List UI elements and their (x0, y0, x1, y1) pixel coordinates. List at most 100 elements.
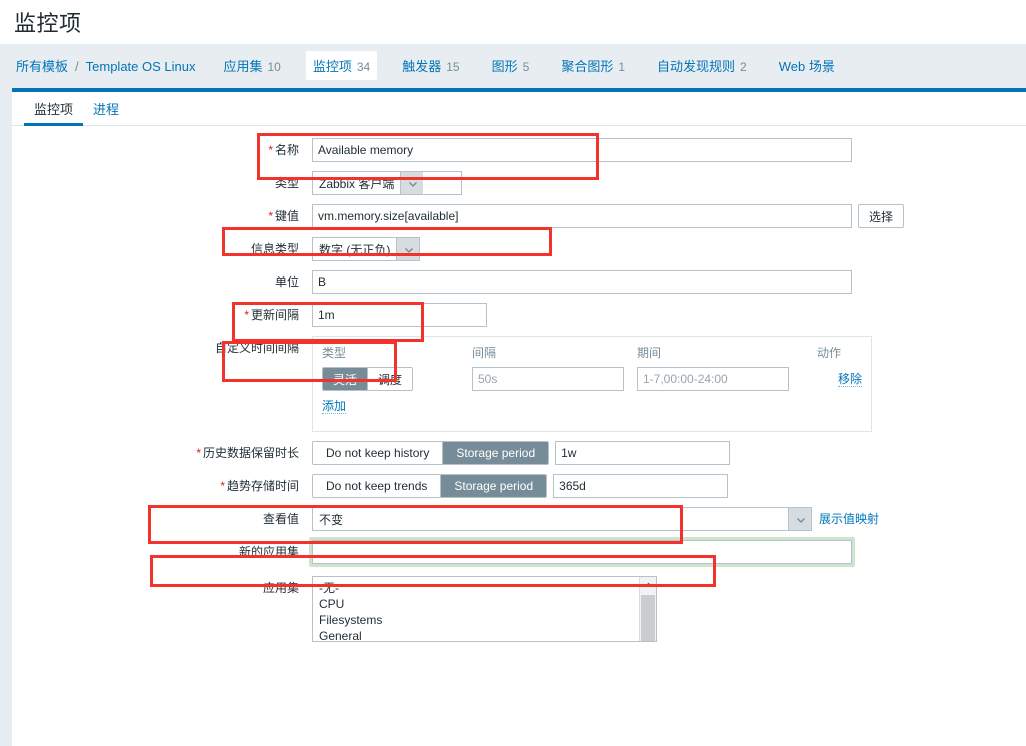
list-item[interactable]: General (317, 628, 656, 641)
history-mode-toggle[interactable]: Do not keep history Storage period (312, 441, 550, 465)
column-header-type: 类型 (322, 346, 347, 360)
add-interval-link[interactable]: 添加 (322, 399, 347, 414)
table-header-row: 类型 间隔 期间 动作 (322, 344, 862, 367)
chevron-down-icon (396, 238, 420, 260)
type-select[interactable]: Zabbix 客户端 (312, 171, 462, 195)
form-row-info-type: 信息类型 数字 (无正负) (12, 237, 1026, 261)
label-text: 自定义时间间隔 (214, 341, 299, 355)
tab-preprocessing[interactable]: 进程 (83, 99, 129, 125)
breadcrumb-item-count: 15 (446, 60, 460, 74)
form-row-key: *键值 选择 (12, 204, 1026, 228)
trends-value-input[interactable] (553, 474, 729, 498)
interval-type-flexible[interactable]: 灵活 (323, 368, 369, 390)
label-history: * 历史数据保留时长 (12, 441, 312, 465)
applications-listbox[interactable]: -无- CPU Filesystems General (312, 576, 657, 642)
page-title: 监控项 (14, 11, 82, 36)
breadcrumb: 所有模板 / Template OS Linux 应用集 10 监控项 34 触… (0, 44, 1026, 87)
breadcrumb-item-discovery-rules[interactable]: 自动发现规则 2 (650, 51, 754, 80)
show-value-select[interactable]: 不变 (312, 507, 812, 531)
breadcrumb-item-web-scenarios[interactable]: Web 场景 (772, 51, 842, 80)
breadcrumb-item-label[interactable]: 应用集 (223, 56, 262, 75)
history-value-input[interactable] (555, 441, 731, 465)
cell-period-value (637, 367, 817, 399)
breadcrumb-item-triggers[interactable]: 触发器 15 (395, 51, 466, 80)
breadcrumb-item-label[interactable]: 自动发现规则 (657, 56, 735, 75)
breadcrumb-item-label[interactable]: 图形 (492, 56, 518, 75)
breadcrumb-item-graphs[interactable]: 图形 5 (485, 51, 537, 80)
label-text: 信息类型 (250, 242, 299, 256)
cell-action: 移除 (817, 367, 862, 399)
interval-input[interactable] (472, 367, 624, 391)
key-input[interactable] (312, 204, 852, 228)
scroll-up-icon[interactable] (640, 577, 656, 593)
applications-options: -无- CPU Filesystems General (313, 577, 656, 641)
required-marker: * (220, 479, 225, 493)
breadcrumb-item-screens[interactable]: 聚合图形 1 (554, 51, 632, 80)
table-row: 灵活 调度 50s 1-7,00:00-24:00 移除 (322, 367, 862, 399)
breadcrumb-item-label[interactable]: 监控项 (313, 56, 352, 75)
breadcrumb-item-count: 5 (522, 60, 530, 74)
remove-interval-link[interactable]: 移除 (837, 372, 862, 387)
required-marker: * (196, 446, 201, 460)
breadcrumb-item-label[interactable]: Web 场景 (779, 56, 835, 75)
period-input[interactable] (637, 367, 789, 391)
form-row-new-application: 新的应用集 (12, 537, 1026, 567)
history-storage-period[interactable]: Storage period (443, 442, 549, 464)
form-row-show-value: 查看值 不变 展示值映射 (12, 507, 1026, 531)
required-marker: * (268, 209, 273, 223)
form-row-applications: 应用集 -无- CPU Filesystems General (12, 576, 1026, 642)
form-row-custom-intervals: 自定义时间间隔 类型 间隔 期间 动作 灵活 调度 50s 1-7,00:00-… (12, 336, 1026, 432)
breadcrumb-item-count: 1 (618, 60, 626, 74)
scrollbar-thumb[interactable] (641, 595, 655, 641)
form-row-units: 单位 (12, 270, 1026, 294)
label-info-type: 信息类型 (12, 237, 312, 261)
label-trends: * 趋势存储时间 (12, 474, 312, 498)
listbox-scrollbar[interactable] (639, 577, 656, 641)
chevron-down-icon (788, 508, 811, 530)
breadcrumb-item-applications[interactable]: 应用集 10 (216, 51, 287, 80)
interval-type-toggle[interactable]: 灵活 调度 (322, 367, 414, 391)
form-row-history: * 历史数据保留时长 Do not keep history Storage pe… (12, 441, 1026, 465)
trends-storage-period[interactable]: Storage period (441, 475, 547, 497)
new-application-input[interactable] (312, 540, 852, 564)
label-text: 名称 (274, 143, 299, 157)
key-select-button[interactable]: 选择 (858, 204, 905, 228)
label-applications: 应用集 (12, 576, 312, 600)
new-application-focus-ring (309, 537, 855, 567)
label-text: 新的应用集 (238, 545, 299, 559)
cell-interval-type: 灵活 调度 (322, 367, 472, 399)
breadcrumb-item-label[interactable]: 触发器 (402, 56, 441, 75)
breadcrumb-template-name[interactable]: Template OS Linux (86, 59, 196, 74)
label-new-application: 新的应用集 (12, 540, 312, 564)
page-header: 监控项 (0, 0, 1026, 44)
name-input[interactable] (312, 138, 852, 162)
breadcrumb-item-items[interactable]: 监控项 34 (305, 51, 378, 80)
list-item[interactable]: Filesystems (317, 612, 656, 628)
value-mapping-link[interactable]: 展示值映射 (819, 507, 879, 531)
custom-intervals-table: 类型 间隔 期间 动作 灵活 调度 50s 1-7,00:00-24:00 移除… (322, 344, 862, 422)
custom-intervals-box: 类型 间隔 期间 动作 灵活 调度 50s 1-7,00:00-24:00 移除… (312, 336, 872, 432)
label-custom-intervals: 自定义时间间隔 (12, 336, 312, 360)
history-do-not-keep[interactable]: Do not keep history (313, 442, 444, 464)
trends-mode-toggle[interactable]: Do not keep trends Storage period (312, 474, 548, 498)
breadcrumb-item-count: 34 (356, 60, 371, 74)
form-row-trends: * 趋势存储时间 Do not keep trends Storage perio… (12, 474, 1026, 498)
units-input[interactable] (312, 270, 852, 294)
tab-item[interactable]: 监控项 (24, 99, 84, 126)
breadcrumb-all-templates[interactable]: 所有模板 (16, 56, 68, 75)
label-text: 应用集 (262, 581, 299, 595)
info-type-select[interactable]: 数字 (无正负) (312, 237, 421, 261)
label-text: 类型 (274, 176, 299, 190)
update-interval-input[interactable] (312, 303, 487, 327)
breadcrumb-item-count: 10 (267, 60, 281, 74)
label-name: * 名称 (12, 138, 312, 162)
label-key: * 键值 (12, 204, 312, 228)
interval-type-scheduling[interactable]: 调度 (368, 368, 413, 390)
list-item[interactable]: CPU (317, 596, 656, 612)
list-item[interactable]: -无- (317, 580, 656, 596)
tab-bar: 监控项 进程 (12, 92, 1026, 126)
label-text: 趋势存储时间 (226, 479, 299, 493)
trends-do-not-keep[interactable]: Do not keep trends (313, 475, 442, 497)
breadcrumb-item-label[interactable]: 聚合图形 (561, 56, 613, 75)
table-row-add: 添加 (322, 399, 862, 422)
